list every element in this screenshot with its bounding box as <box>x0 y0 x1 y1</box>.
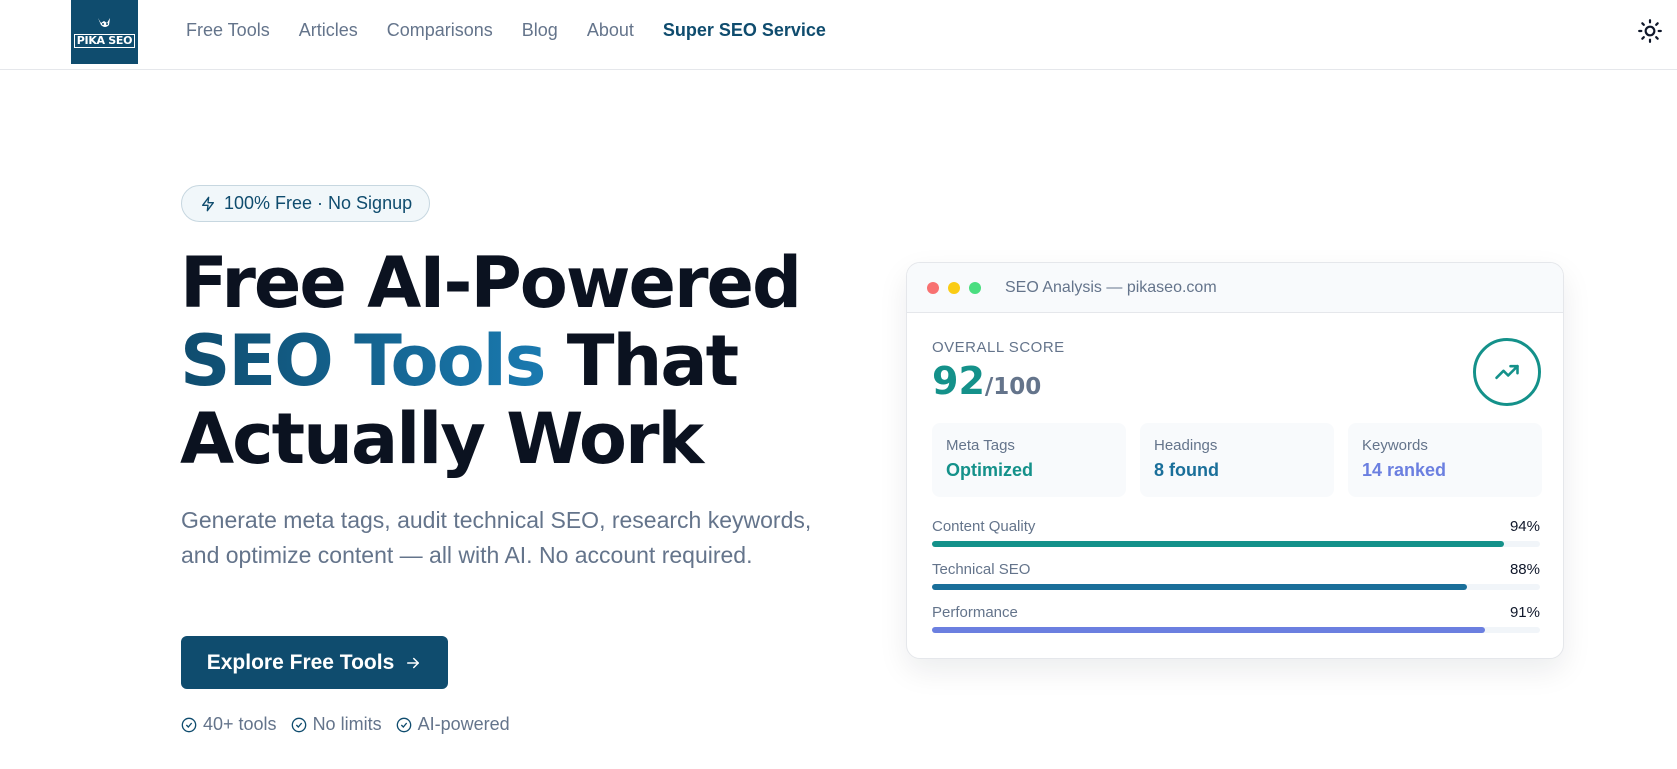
feature-item: 40+ tools <box>181 714 277 735</box>
trending-up-icon <box>1495 364 1519 380</box>
site-logo[interactable]: PIKA SEO <box>71 0 138 64</box>
free-badge: 100% Free · No Signup <box>181 185 431 222</box>
progress-fill <box>932 627 1486 633</box>
lightning-icon <box>202 196 214 211</box>
score-label: OVERALL SCORE <box>932 339 1065 356</box>
trending-up-badge <box>1473 338 1541 406</box>
score-value: 92 <box>932 359 985 403</box>
bar-label: Content Quality <box>932 518 1036 535</box>
bar-performance: Performance 91% <box>932 604 1540 647</box>
progress-track <box>932 584 1540 590</box>
feature-item: No limits <box>291 714 382 735</box>
bar-percent: 91% <box>1509 604 1540 621</box>
explore-free-tools-button[interactable]: Explore Free Tools <box>181 636 448 689</box>
nav-blog[interactable]: Blog <box>522 18 558 42</box>
score-max: /100 <box>984 374 1042 400</box>
window-dot-green <box>969 281 981 294</box>
check-circle-icon <box>396 717 411 732</box>
bar-content-quality: Content Quality 94% <box>932 518 1540 561</box>
headline-line2-rest: That <box>544 320 739 402</box>
stat-keywords: Keywords 14 ranked <box>1348 423 1542 497</box>
hero-subtext: Generate meta tags, audit technical SEO,… <box>181 507 812 568</box>
nav-free-tools[interactable]: Free Tools <box>186 18 270 42</box>
stat-grid: Meta Tags Optimized Headings 8 found Key… <box>932 423 1542 497</box>
feature-item: AI-powered <box>396 714 510 735</box>
feature-label: No limits <box>312 714 382 734</box>
nav-super-seo-service[interactable]: Super SEO Service <box>663 18 826 42</box>
bar-technical-seo: Technical SEO 88% <box>932 561 1540 604</box>
nav-articles[interactable]: Articles <box>299 18 358 42</box>
stat-value: 8 found <box>1154 460 1219 480</box>
progress-track <box>932 627 1540 633</box>
score-bars: Content Quality 94% Technical SEO 88% Perf… <box>932 518 1540 647</box>
headline-line1: Free AI-Powered <box>180 242 802 324</box>
bar-percent: 88% <box>1509 561 1540 578</box>
card-titlebar: SEO Analysis — pikaseo.com <box>907 263 1563 313</box>
seo-analysis-card: SEO Analysis — pikaseo.com OVERALL SCORE… <box>906 262 1564 659</box>
progress-fill <box>932 584 1468 590</box>
progress-fill <box>932 541 1504 547</box>
window-dot-red <box>927 281 939 294</box>
bar-label: Performance <box>932 604 1018 621</box>
badge-text: 100% Free · No Signup <box>224 193 413 213</box>
stat-label: Meta Tags <box>946 437 1015 454</box>
window-dot-yellow <box>948 281 960 294</box>
check-circle-icon <box>291 717 306 732</box>
bar-percent: 94% <box>1509 518 1540 535</box>
stat-headings: Headings 8 found <box>1140 423 1334 497</box>
stat-label: Headings <box>1154 437 1218 454</box>
stat-meta-tags: Meta Tags Optimized <box>932 423 1126 497</box>
stat-label: Keywords <box>1362 437 1428 454</box>
check-circle-icon <box>181 717 197 732</box>
nav-comparisons[interactable]: Comparisons <box>387 18 493 42</box>
overall-score: 92/100 <box>932 359 1041 403</box>
progress-track <box>932 541 1540 547</box>
card-title: SEO Analysis — pikaseo.com <box>1005 278 1217 296</box>
stat-value: Optimized <box>946 460 1034 480</box>
headline-highlight: SEO Tools <box>180 320 546 402</box>
hero-headline: Free AI-Powered SEO Tools That Actually … <box>180 242 802 480</box>
feature-label: 40+ tools <box>203 714 277 734</box>
nav-about[interactable]: About <box>587 18 634 42</box>
headline-line3: Actually Work <box>180 398 704 480</box>
cta-label: Explore Free Tools <box>206 650 395 674</box>
stat-value: 14 ranked <box>1362 460 1447 480</box>
sun-icon[interactable] <box>1637 18 1663 44</box>
feature-list: 40+ tools No limits AI-powered <box>181 714 510 735</box>
pika-mascot-icon <box>97 17 110 27</box>
site-header: PIKA SEO Free Tools Articles Comparisons… <box>0 0 1677 70</box>
main-nav: Free Tools Articles Comparisons Blog Abo… <box>186 18 855 42</box>
arrow-right-icon <box>407 657 420 668</box>
logo-text: PIKA SEO <box>73 33 136 48</box>
feature-label: AI-powered <box>417 714 510 734</box>
bar-label: Technical SEO <box>932 561 1031 578</box>
